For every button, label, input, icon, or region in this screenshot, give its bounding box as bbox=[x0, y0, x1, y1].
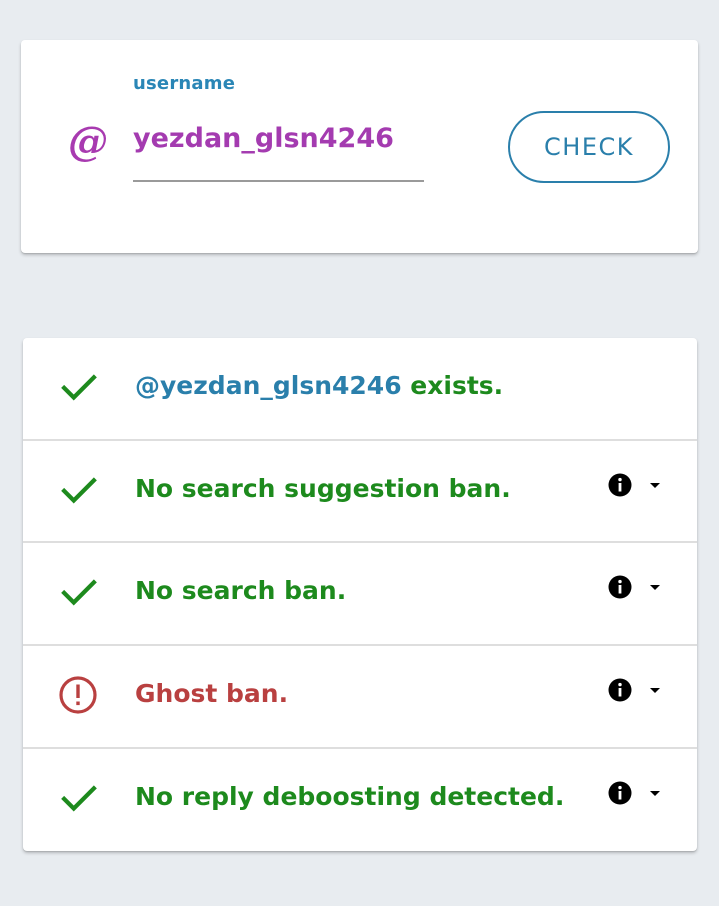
info-icon[interactable] bbox=[608, 575, 632, 599]
info-icon[interactable] bbox=[608, 781, 632, 805]
result-text-ghost-ban: Ghost ban. bbox=[135, 679, 289, 708]
username-input[interactable] bbox=[133, 118, 423, 158]
info-icon[interactable] bbox=[608, 678, 632, 702]
result-text-reply-deboosting: No reply deboosting detected. bbox=[135, 782, 565, 811]
username-label: username bbox=[133, 73, 236, 94]
check-button[interactable]: CHECK bbox=[508, 111, 670, 183]
check-icon bbox=[61, 785, 97, 812]
chevron-down-icon[interactable] bbox=[648, 583, 662, 593]
result-text-search-suggestion-ban: No search suggestion ban. bbox=[135, 474, 511, 503]
result-row-search-ban[interactable] bbox=[23, 542, 697, 644]
check-icon bbox=[61, 477, 97, 504]
at-icon: @ bbox=[68, 118, 108, 165]
result-row-ghost-ban[interactable] bbox=[23, 645, 697, 747]
username-handle[interactable]: @yezdan_glsn4246 bbox=[135, 371, 402, 400]
chevron-down-icon[interactable] bbox=[648, 481, 662, 491]
warning-icon bbox=[59, 676, 97, 714]
check-icon bbox=[61, 374, 97, 401]
result-text-search-ban: No search ban. bbox=[135, 576, 347, 605]
check-icon bbox=[61, 579, 97, 606]
username-input-underline bbox=[133, 180, 424, 182]
info-icon[interactable] bbox=[608, 473, 632, 497]
chevron-down-icon[interactable] bbox=[648, 686, 662, 696]
exists-label: exists. bbox=[401, 371, 504, 400]
chevron-down-icon[interactable] bbox=[648, 789, 662, 799]
result-text-exists: @yezdan_glsn4246 exists. bbox=[135, 370, 503, 402]
